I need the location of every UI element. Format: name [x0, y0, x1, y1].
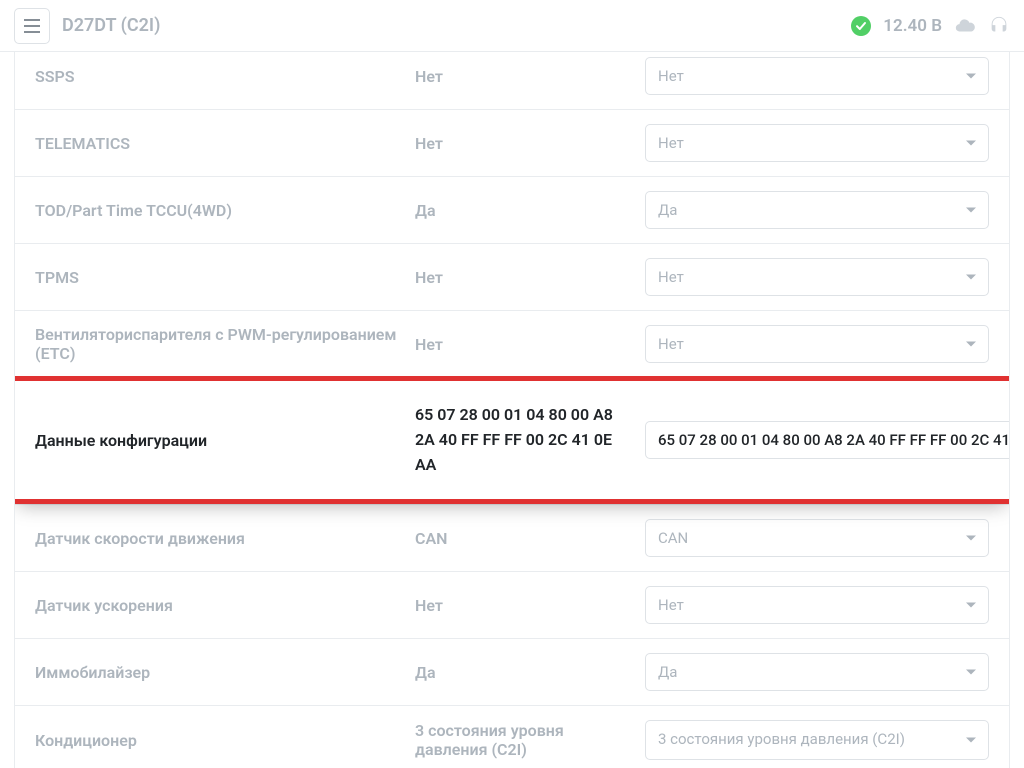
row-control: Нет: [645, 124, 989, 162]
config-data-input[interactable]: 65 07 28 00 01 04 80 00 A8 2A 40 FF FF F…: [645, 421, 1010, 459]
row-label: SSPS: [35, 67, 415, 86]
select-value: Нет: [658, 67, 684, 85]
row-select[interactable]: Нет: [645, 325, 989, 363]
table-row: SSPSНетНет: [15, 52, 1009, 109]
chevron-down-icon: [966, 208, 976, 213]
row-value: Нет: [415, 67, 645, 86]
table-row: TOD/Part Time TCCU(4WD)ДаДа: [15, 176, 1009, 243]
table-row: TPMSНетНет: [15, 243, 1009, 310]
select-value: Нет: [658, 596, 684, 614]
row-value: 3 состояния уровня давления (C2I): [415, 721, 645, 759]
row-select[interactable]: Нет: [645, 258, 989, 296]
chevron-down-icon: [966, 536, 976, 541]
row-label: Кондиционер: [35, 731, 415, 750]
row-select[interactable]: Нет: [645, 586, 989, 624]
chevron-down-icon: [966, 738, 976, 743]
select-value: CAN: [658, 529, 688, 547]
row-select[interactable]: Да: [645, 653, 989, 691]
row-control: Да: [645, 653, 989, 691]
chevron-down-icon: [966, 275, 976, 280]
cloud-icon[interactable]: [954, 15, 976, 37]
row-label: TPMS: [35, 268, 415, 287]
chevron-down-icon: [966, 670, 976, 675]
row-label: Датчик ускорения: [35, 596, 415, 615]
row-control: CAN: [645, 519, 989, 557]
row-control: Нет: [645, 325, 989, 363]
headset-icon[interactable]: [988, 15, 1010, 37]
row-control: Нет: [645, 586, 989, 624]
table-row: Данные конфигурации65 07 28 00 01 04 80 …: [14, 376, 1010, 504]
row-control: Нет: [645, 57, 989, 95]
row-select[interactable]: Да: [645, 191, 989, 229]
row-value: Нет: [415, 596, 645, 615]
row-label: Иммобилайзер: [35, 663, 415, 682]
row-control: 65 07 28 00 01 04 80 00 A8 2A 40 FF FF F…: [645, 421, 1010, 459]
config-table: SSPSНетНетTELEMATICSНетНетTOD/Part Time …: [14, 52, 1010, 768]
select-value: Да: [658, 663, 677, 681]
row-label: TOD/Part Time TCCU(4WD): [35, 201, 415, 220]
row-select[interactable]: 3 состояния уровня давления (C2I): [645, 720, 989, 760]
status-ok-icon: [851, 16, 871, 36]
select-value: Нет: [658, 268, 684, 286]
select-value: Нет: [658, 134, 684, 152]
voltage-reading: 12.40 B: [883, 16, 942, 36]
page-title: D27DT (C2I): [62, 15, 160, 36]
row-control: Да: [645, 191, 989, 229]
select-value: Нет: [658, 335, 684, 353]
row-select[interactable]: CAN: [645, 519, 989, 557]
row-control: 3 состояния уровня давления (C2I): [645, 720, 989, 760]
row-label: Вентиляториспарителя с PWM-регулирование…: [35, 325, 415, 363]
table-row: TELEMATICSНетНет: [15, 109, 1009, 176]
select-value: Да: [658, 201, 677, 219]
table-row: Датчик ускоренияНетНет: [15, 571, 1009, 638]
row-label: Данные конфигурации: [35, 431, 415, 450]
row-select[interactable]: Нет: [645, 124, 989, 162]
row-value: Да: [415, 201, 645, 220]
row-value: Да: [415, 663, 645, 682]
row-value: 65 07 28 00 01 04 80 00 A8 2A 40 FF FF F…: [415, 403, 645, 477]
app-header: D27DT (C2I) 12.40 B: [0, 0, 1024, 52]
table-row: Вентиляториспарителя с PWM-регулирование…: [15, 310, 1009, 377]
hamburger-icon: [24, 19, 40, 33]
row-control: Нет: [645, 258, 989, 296]
content-area: SSPSНетНетTELEMATICSНетНетTOD/Part Time …: [0, 52, 1024, 768]
row-value: Нет: [415, 268, 645, 287]
select-value: 3 состояния уровня давления (C2I): [658, 730, 905, 750]
row-value: CAN: [415, 529, 645, 548]
table-row: Кондиционер3 состояния уровня давления (…: [15, 705, 1009, 768]
chevron-down-icon: [966, 603, 976, 608]
menu-button[interactable]: [14, 8, 50, 44]
chevron-down-icon: [966, 342, 976, 347]
chevron-down-icon: [966, 74, 976, 79]
chevron-down-icon: [966, 141, 976, 146]
row-label: Датчик скорости движения: [35, 529, 415, 548]
table-row: ИммобилайзерДаДа: [15, 638, 1009, 705]
row-select[interactable]: Нет: [645, 57, 989, 95]
row-value: Нет: [415, 134, 645, 153]
row-value: Нет: [415, 335, 645, 354]
row-label: TELEMATICS: [35, 134, 415, 153]
table-row: Датчик скорости движенияCANCAN: [15, 504, 1009, 571]
